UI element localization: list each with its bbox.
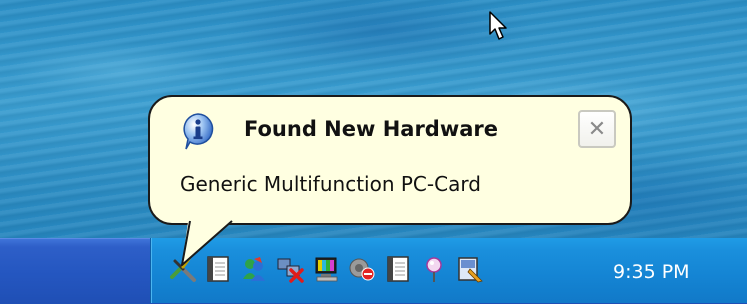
taskbar-clock[interactable]: 9:35 PM bbox=[613, 258, 723, 286]
close-icon: ✕ bbox=[587, 116, 607, 142]
document-edit-icon[interactable] bbox=[455, 254, 485, 284]
speaker-muted-icon[interactable] bbox=[347, 254, 377, 284]
mouse-cursor-icon bbox=[489, 11, 507, 40]
balloon-title: Found New Hardware bbox=[244, 117, 498, 141]
notification-balloon[interactable] bbox=[148, 95, 632, 225]
notepad-icon[interactable] bbox=[383, 254, 413, 284]
display-settings-icon[interactable] bbox=[312, 254, 342, 284]
windows-messenger-icon[interactable] bbox=[239, 254, 269, 284]
close-button[interactable]: ✕ bbox=[578, 110, 616, 148]
balloon-tail bbox=[181, 220, 233, 266]
info-icon bbox=[183, 113, 214, 150]
network-disconnected-icon[interactable] bbox=[275, 254, 305, 284]
pin-icon[interactable] bbox=[419, 254, 449, 284]
balloon-message: Generic Multifunction PC-Card bbox=[180, 172, 481, 196]
